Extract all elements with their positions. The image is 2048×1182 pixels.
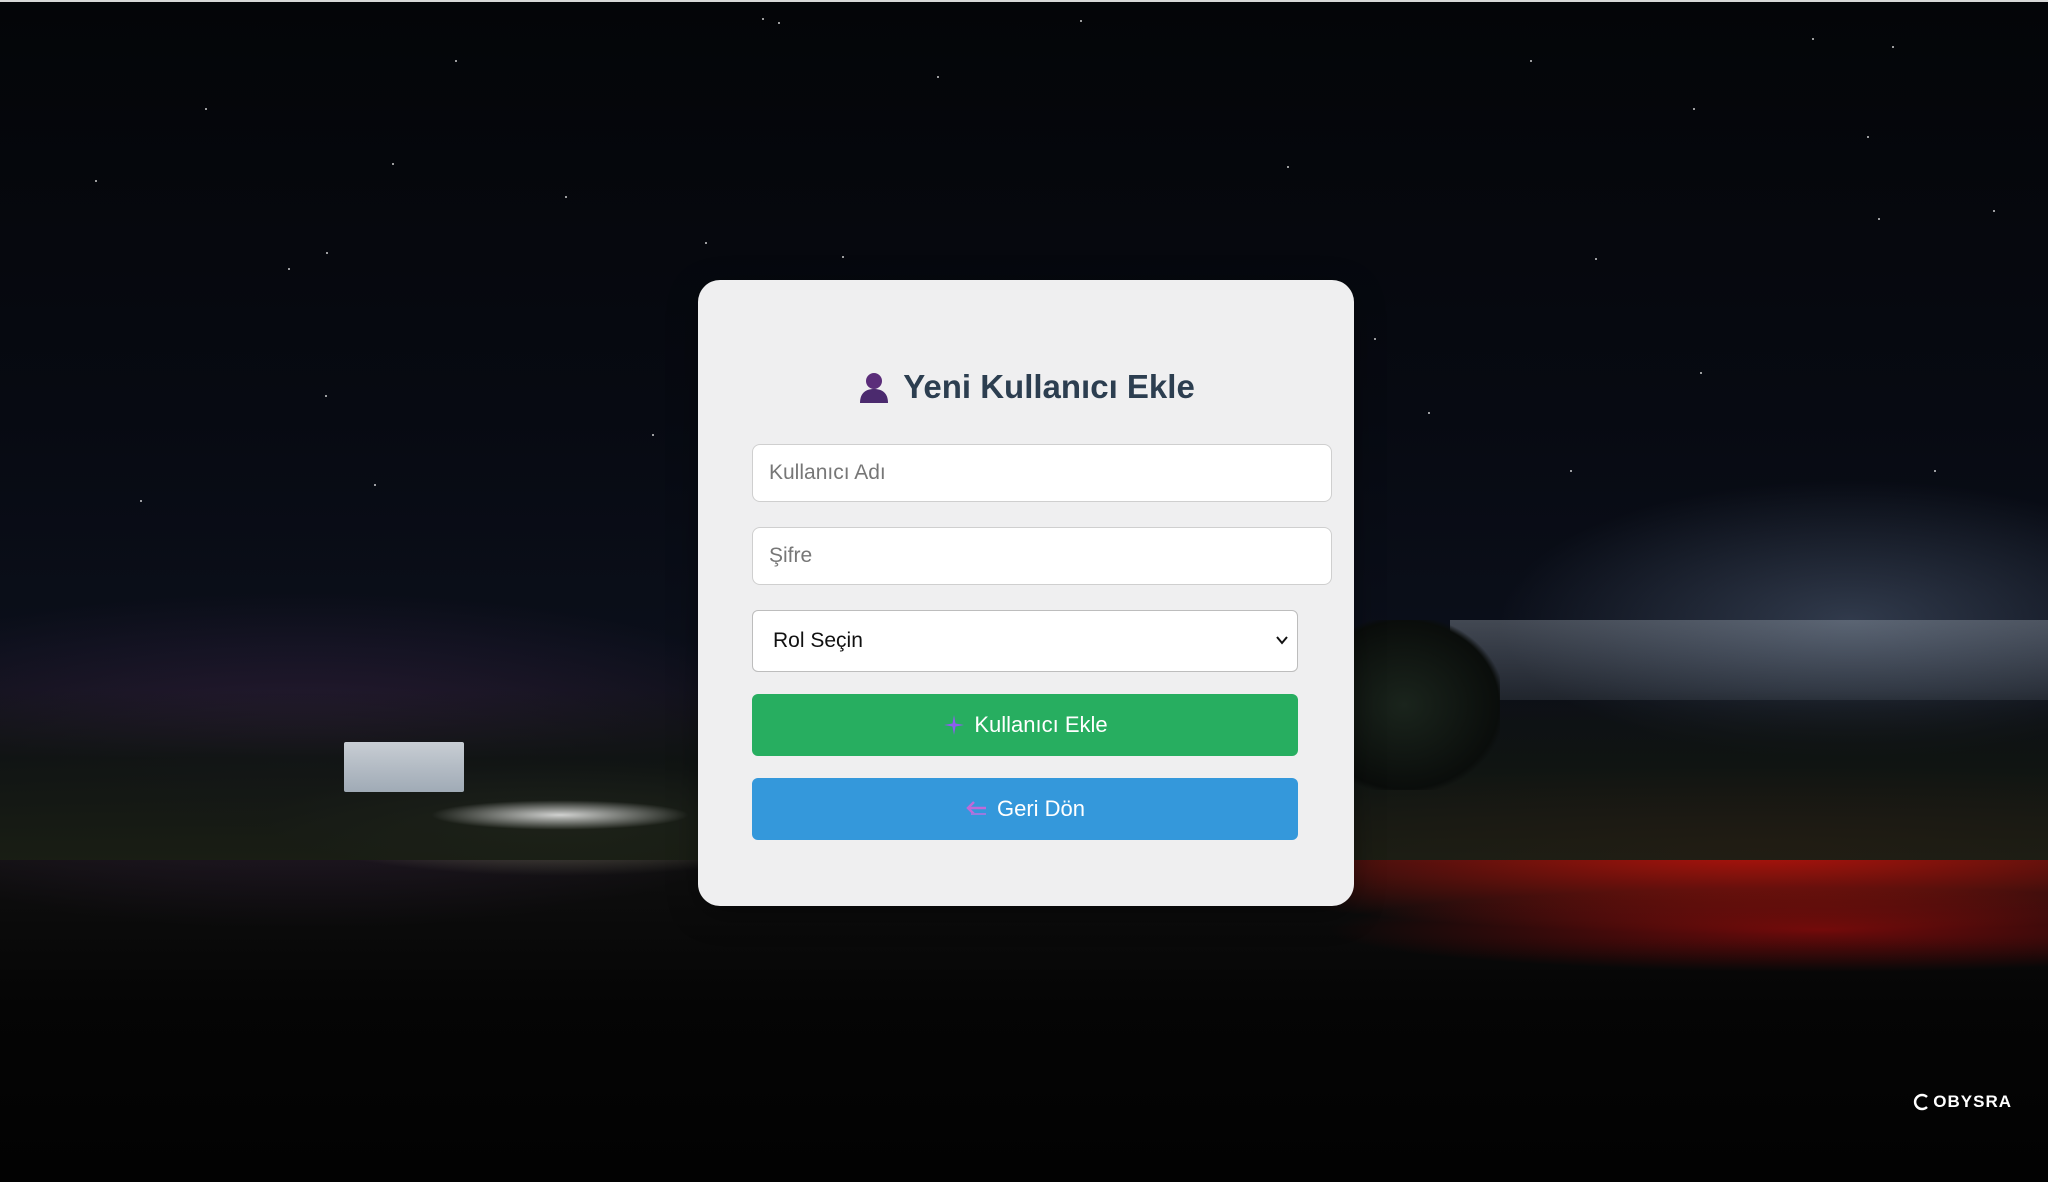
add-user-button-label: Kullanıcı Ekle — [974, 712, 1108, 737]
form-title-text: Yeni Kullanıcı Ekle — [903, 368, 1195, 405]
back-arrow-icon — [966, 801, 986, 815]
plus-icon — [944, 715, 965, 735]
back-button-label: Geri Dön — [996, 796, 1086, 821]
race-car-silhouette — [1340, 620, 1500, 790]
add-user-button[interactable]: Kullanıcı Ekle — [752, 694, 1298, 756]
role-select[interactable]: Rol Seçin — [752, 610, 1298, 672]
brand-watermark: OBYSRA — [1913, 1092, 2012, 1112]
user-icon — [860, 373, 889, 403]
top-border — [0, 0, 2048, 2]
track-light-glow — [430, 800, 690, 830]
track-barrier — [1450, 620, 2048, 700]
back-button[interactable]: Geri Dön — [752, 778, 1298, 840]
brand-logo-icon — [1914, 1093, 1929, 1111]
add-user-card: Yeni Kullanıcı Ekle Rol Seçin Kullanıcı … — [698, 280, 1354, 906]
brand-name: OBYSRA — [1933, 1092, 2012, 1111]
chevron-down-icon — [1276, 636, 1288, 645]
role-select-value: Rol Seçin — [773, 629, 863, 652]
form-title: Yeni Kullanıcı Ekle — [698, 368, 1354, 406]
username-input[interactable] — [752, 444, 1332, 502]
password-input[interactable] — [752, 527, 1332, 585]
trackside-billboard — [344, 742, 464, 792]
